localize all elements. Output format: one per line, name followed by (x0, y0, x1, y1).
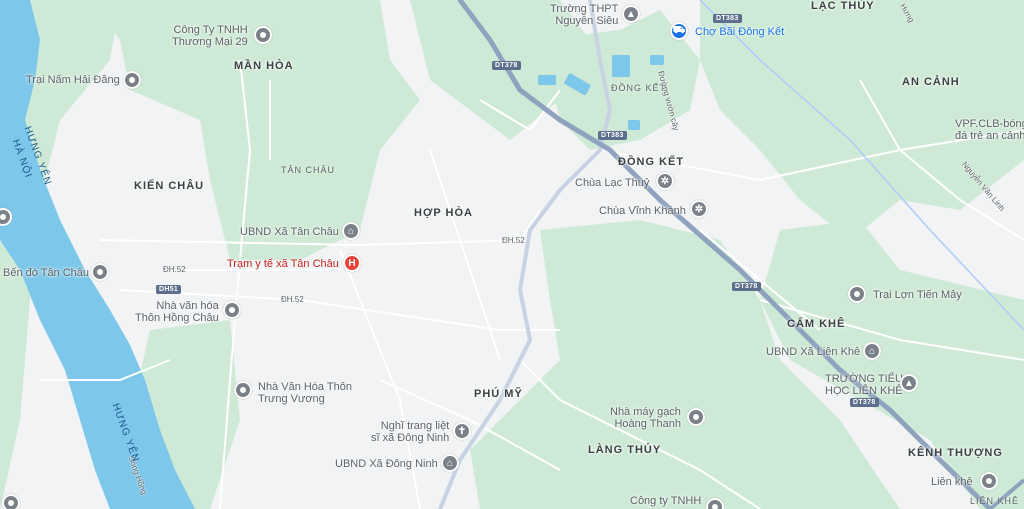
route-shield-dt383: DT383 (598, 131, 627, 140)
poi-nha-may-gach[interactable]: Nhà máy gạch Hoàng Thanh (610, 406, 681, 430)
poi-truong-thpt-line2: Nguyễn Siêu (555, 15, 619, 27)
poi-nvh-trung-vuong-line2: Trưng Vương (258, 393, 325, 405)
area-label-kien-chau: KIẾN CHÂU (134, 180, 205, 192)
area-label-hop-hoa: HỢP HÒA (414, 207, 473, 219)
route-shield-dt378: DT378 (732, 282, 761, 291)
area-label-cam-khe: CẨM KHÊ (787, 318, 846, 330)
government-building-icon[interactable]: ⌂ (863, 342, 881, 360)
poi-vpf-line1: VPF.CLB-bóng (955, 118, 1024, 130)
area-label-an-canh: AN CẢNH (902, 76, 960, 88)
poi-tram-y-te[interactable]: Trạm y tế xã Tân Châu (227, 258, 339, 270)
area-label-lac-thuy: LẠC THỦY (811, 0, 875, 12)
place-pin-icon[interactable] (2, 494, 20, 509)
temple-icon[interactable]: ✲ (690, 200, 708, 218)
area-label-dong-ket-small: ĐỒNG KẾT (611, 83, 667, 93)
school-icon[interactable]: ▲ (900, 374, 918, 392)
area-label-man-hoa: MẦN HÒA (234, 60, 294, 72)
place-pin-icon[interactable] (687, 408, 705, 426)
school-icon[interactable]: ▲ (622, 5, 640, 23)
place-pin-icon[interactable] (848, 285, 866, 303)
poi-nghia-trang-line1: Nghĩ trang liệt (380, 420, 450, 432)
place-pin-icon[interactable] (706, 498, 724, 509)
route-shield-dt378: DT378 (492, 61, 521, 70)
area-label-dong-ket: ĐỒNG KẾT (618, 156, 685, 168)
hospital-icon[interactable]: H (343, 254, 361, 272)
government-building-icon[interactable]: ⌂ (441, 454, 459, 472)
poi-cong-ty-29-line1: Công Ty TNHH (173, 24, 248, 36)
poi-ubnd-dong-ninh[interactable]: UBND Xã Đông Ninh (335, 458, 438, 470)
place-pin-icon[interactable] (91, 263, 109, 281)
poi-truong-tieu-hoc[interactable]: TRƯỜNG TIỂU HỌC LIÊN KHÊ (825, 373, 903, 397)
poi-nvh-trung-vuong[interactable]: Nhà Văn Hóa Thôn Trưng Vương (258, 381, 352, 405)
place-pin-icon[interactable] (254, 26, 272, 44)
place-pin-icon[interactable] (234, 381, 252, 399)
route-shield-dt383: DT383 (713, 14, 742, 23)
route-shield-dt378: DT378 (850, 398, 879, 407)
poi-truong-thpt[interactable]: Trường THPT Nguyễn Siêu (550, 3, 618, 27)
shopping-cart-icon[interactable]: ⛟ (670, 22, 688, 40)
place-pin-icon[interactable] (223, 301, 241, 319)
poi-ben-do[interactable]: Bến đò Tân Châu (3, 267, 89, 279)
poi-vpf[interactable]: VPF.CLB-bóng đá trẻ an cảnh (955, 118, 1024, 142)
road-label-dh52: ĐH.52 (163, 265, 186, 274)
poi-truong-tieu-line1: TRƯỜNG TIỂU (825, 373, 903, 385)
temple-icon[interactable]: ✲ (656, 172, 674, 190)
poi-nghia-trang[interactable]: Nghĩ trang liệt sĩ xã Đông Ninh (371, 420, 449, 444)
poi-lien-khe[interactable]: Liên khê (931, 476, 973, 488)
poi-ubnd-tan-chau[interactable]: UBND Xã Tân Châu (240, 226, 339, 238)
poi-cho-bai[interactable]: Chợ Bãi Đông Kết (695, 26, 784, 38)
poi-nha-may-line2: Hoàng Thanh (614, 418, 681, 430)
road-label-dh52: ĐH.52 (502, 236, 525, 245)
area-label-tan-chau: TÂN CHÂU (281, 165, 336, 175)
map-base-layer (0, 0, 1024, 509)
poi-cong-ty-29[interactable]: Công Ty TNHH Thương Mại 29 (172, 24, 248, 48)
area-label-phu-my: PHÚ MỸ (474, 388, 523, 400)
poi-nvh-hong-chau-line1: Nhà văn hóa (156, 300, 219, 312)
poi-nvh-trung-vuong-line1: Nhà Văn Hóa Thôn (258, 381, 352, 393)
poi-cong-ty-bottom[interactable]: Công ty TNHH (630, 495, 701, 507)
place-pin-icon[interactable] (123, 71, 141, 89)
poi-nha-may-line1: Nhà máy gạch (610, 406, 681, 418)
poi-nvh-hong-chau[interactable]: Nhà văn hóa Thôn Hồng Châu (135, 300, 219, 324)
poi-chua-vinh-khanh[interactable]: Chùa Vĩnh Khánh (599, 205, 686, 217)
poi-nvh-hong-chau-line2: Thôn Hồng Châu (135, 312, 219, 324)
poi-nghia-trang-line2: sĩ xã Đông Ninh (371, 432, 450, 444)
poi-truong-thpt-line1: Trường THPT (550, 3, 619, 15)
poi-truong-tieu-line2: HỌC LIÊN KHÊ (825, 385, 903, 397)
poi-chua-lac-thuy[interactable]: Chùa Lạc Thuỷ (575, 177, 649, 189)
place-pin-icon[interactable] (980, 472, 998, 490)
map-canvas[interactable]: MẦN HÒA KIẾN CHÂU TÂN CHÂU HỢP HÒA PHÚ M… (0, 0, 1024, 509)
poi-ubnd-lien-khe[interactable]: UBND Xã Liên Khê (766, 346, 860, 358)
poi-cong-ty-29-line2: Thương Mại 29 (172, 36, 248, 48)
area-label-lien-khe: LIÊN KHÊ (970, 496, 1020, 506)
government-building-icon[interactable]: ⌂ (342, 222, 360, 240)
road-label-dh52: ĐH.52 (281, 295, 304, 304)
poi-trai-nam[interactable]: Trại Nấm Hải Đăng (26, 74, 120, 86)
area-label-lang-thuy: LÀNG THỦY (588, 444, 662, 456)
cemetery-icon[interactable]: ✝ (453, 422, 471, 440)
route-shield-dh51: DH51 (156, 285, 182, 294)
area-label-kenh-thuong: KÊNH THƯỢNG (908, 447, 1003, 459)
poi-trai-lon[interactable]: Trại Lợn Tiến Mây (873, 289, 962, 301)
poi-vpf-line2: đá trẻ an cảnh (955, 130, 1024, 142)
